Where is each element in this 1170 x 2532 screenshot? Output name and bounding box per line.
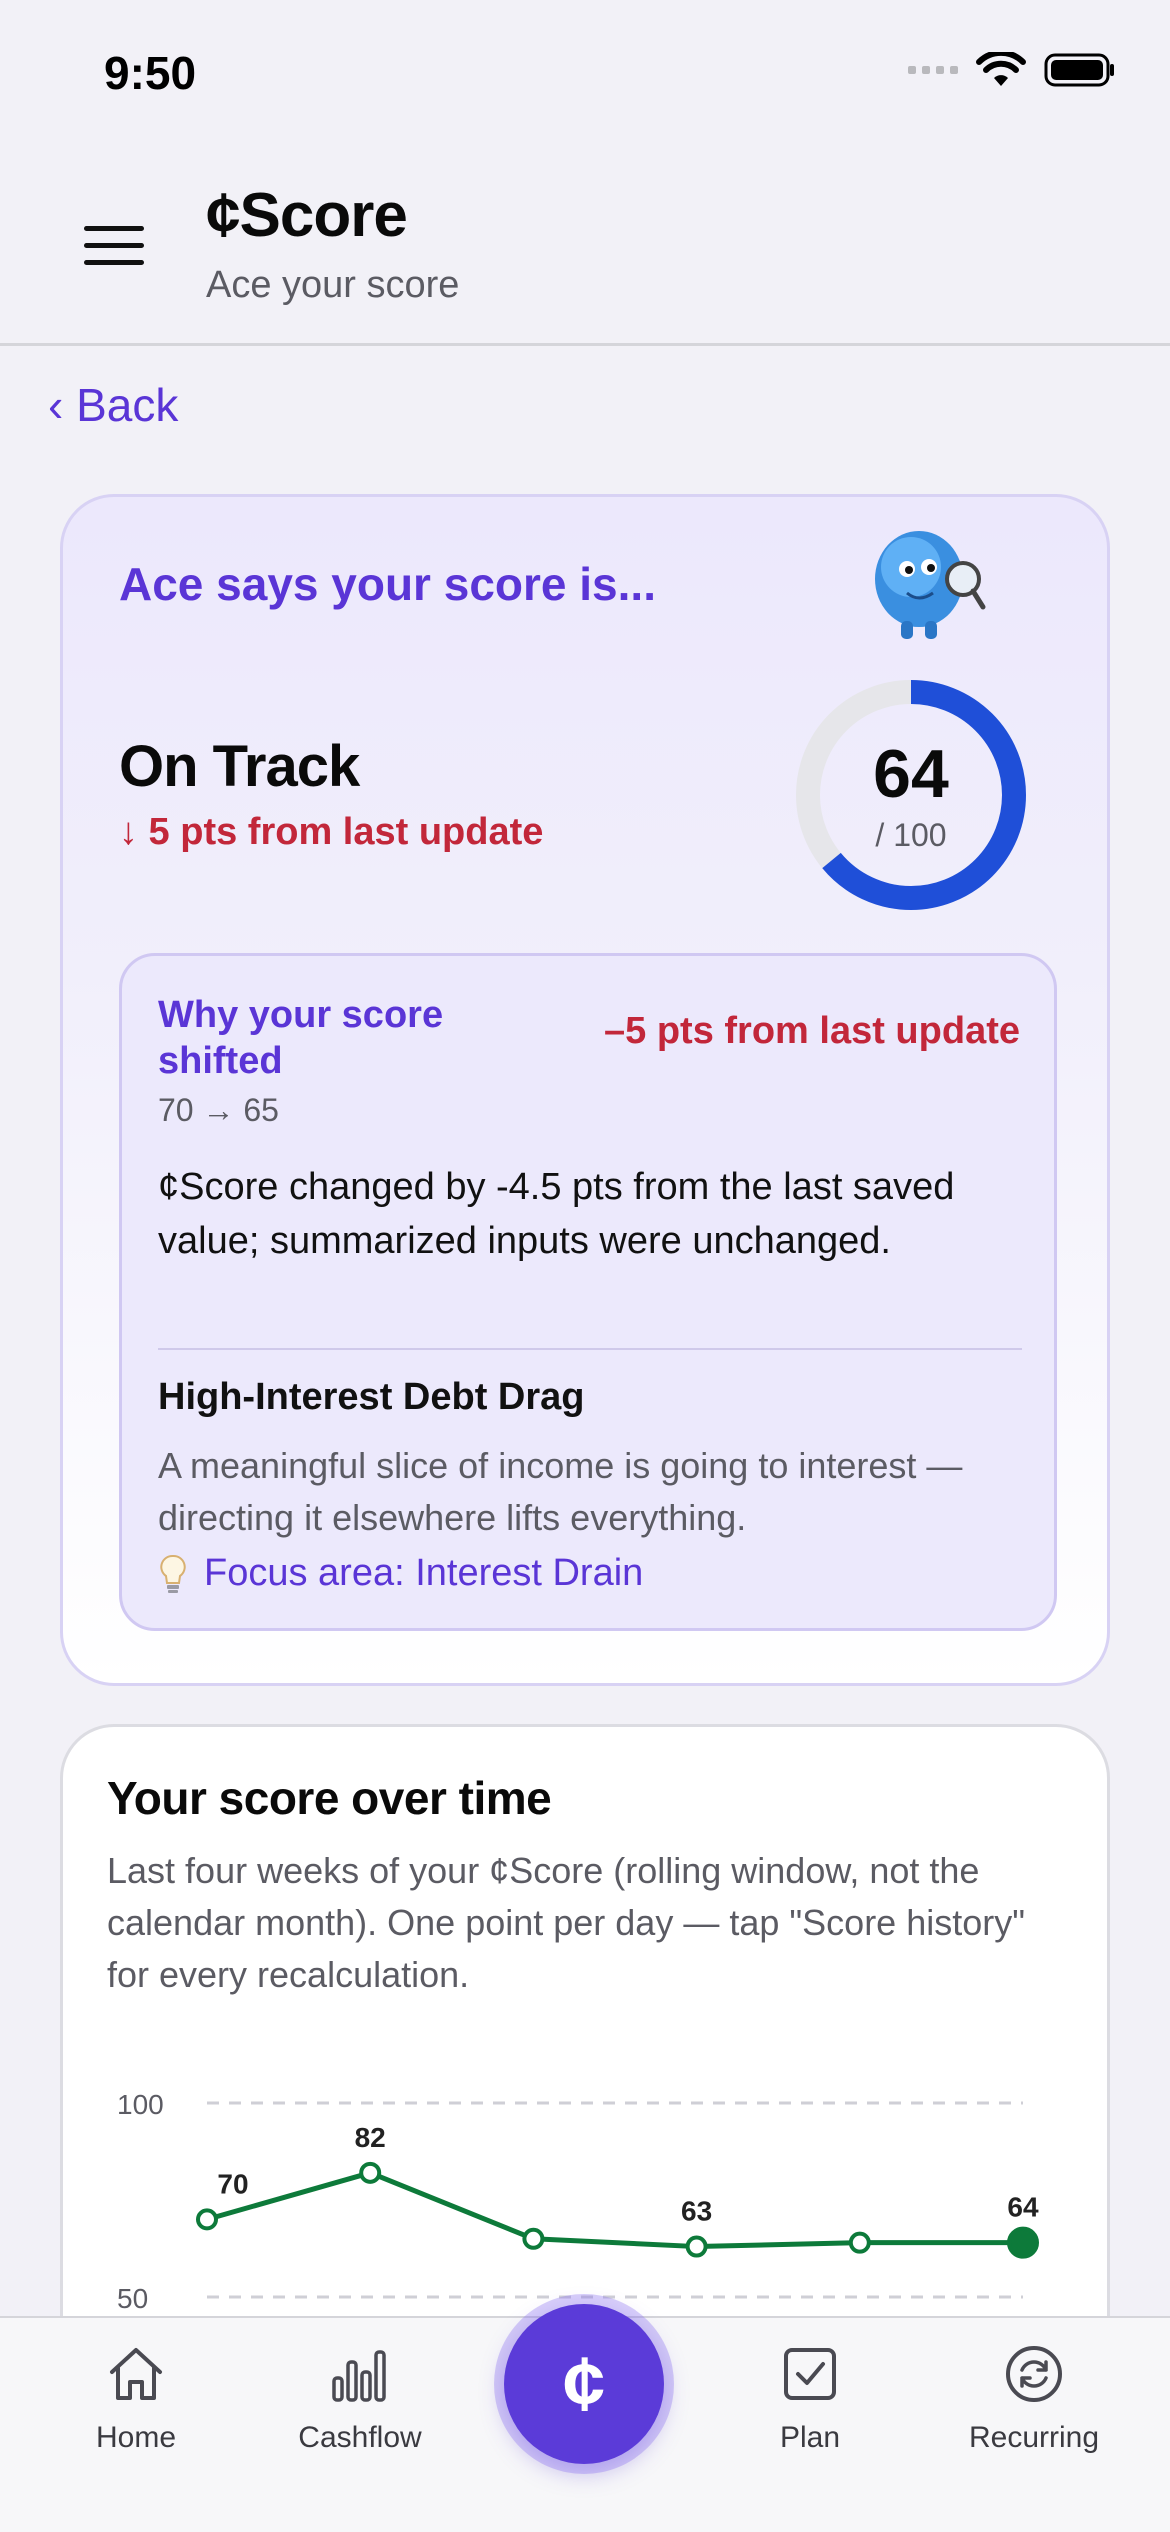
data-point[interactable]	[196, 2208, 218, 2231]
score-headline: Ace says your score is...	[119, 558, 656, 610]
checkbox-icon	[784, 2348, 836, 2400]
data-point[interactable]	[1007, 2226, 1039, 2259]
data-label: 63	[681, 2196, 712, 2227]
data-label: 82	[355, 2122, 386, 2153]
score-range: 70 → 65	[158, 1092, 279, 1128]
tab-recurring-label: Recurring	[968, 2421, 1100, 2454]
app-subtitle: Ace your score	[206, 264, 460, 306]
history-description: Last four weeks of your ¢Score (rolling …	[107, 1850, 1026, 1995]
tab-cashflow[interactable]: Cashflow	[270, 2342, 450, 2455]
driver-title: High-Interest Debt Drag	[158, 1376, 585, 1418]
recurring-icon	[1006, 2346, 1062, 2402]
back-button[interactable]: ‹ Back	[48, 378, 178, 432]
why-title: Why your score shifted	[158, 994, 444, 1082]
y-tick-label: 100	[117, 2089, 164, 2120]
app-header: ¢Score Ace your score	[0, 150, 1170, 346]
score-card: Ace says your score is... On Track ↓ 5 p…	[60, 494, 1110, 1686]
y-tick-label: 50	[117, 2283, 148, 2314]
tab-recurring[interactable]: Recurring	[944, 2342, 1124, 2455]
status-icons	[908, 52, 1116, 88]
status-bar: 9:50	[0, 0, 1170, 150]
data-label: 70	[217, 2168, 248, 2199]
score-status-label: On Track	[119, 734, 360, 799]
divider	[158, 1348, 1022, 1350]
cent-icon: ¢	[562, 2341, 606, 2427]
data-point[interactable]	[685, 2235, 708, 2258]
menu-icon[interactable]	[84, 226, 144, 270]
tab-home[interactable]: Home	[46, 2342, 226, 2455]
why-change: –5 pts from last update	[604, 1010, 1020, 1052]
driver-description: A meaningful slice of income is going to…	[158, 1445, 963, 1538]
data-point[interactable]	[522, 2227, 545, 2250]
tab-plan-label: Plan	[779, 2421, 841, 2454]
home-icon	[110, 2348, 162, 2400]
data-point[interactable]	[359, 2161, 382, 2184]
app-title: ¢Score	[206, 181, 408, 250]
tab-plan[interactable]: Plan	[720, 2342, 900, 2455]
focus-area-label: Focus area: Interest Drain	[204, 1552, 644, 1594]
wifi-icon	[976, 52, 1026, 86]
data-point[interactable]	[848, 2231, 871, 2254]
status-time: 9:50	[104, 47, 197, 99]
why-score-shifted-panel: Why your score shifted –5 pts from last …	[119, 953, 1057, 1631]
tab-cashflow-label: Cashflow	[298, 2421, 422, 2454]
bar-chart-icon	[332, 2350, 386, 2402]
battery-icon	[1044, 53, 1114, 87]
score-value: 64	[873, 736, 949, 812]
ace-mascot-icon	[875, 531, 986, 639]
center-score-button[interactable]: ¢	[504, 2304, 664, 2464]
lightbulb-icon	[160, 1554, 186, 1593]
series-line	[206, 2170, 1023, 2250]
history-title: Your score over time	[107, 1772, 552, 1824]
data-label: 64	[1007, 2192, 1039, 2223]
focus-area-link[interactable]: Focus area: Interest Drain	[158, 1552, 643, 1595]
tab-home-label: Home	[95, 2421, 177, 2454]
score-max: / 100	[875, 817, 947, 853]
signal-icon	[908, 66, 958, 74]
why-description: ¢Score changed by -4.5 pts from the last…	[158, 1166, 955, 1262]
score-change: ↓ 5 pts from last update	[119, 811, 544, 853]
